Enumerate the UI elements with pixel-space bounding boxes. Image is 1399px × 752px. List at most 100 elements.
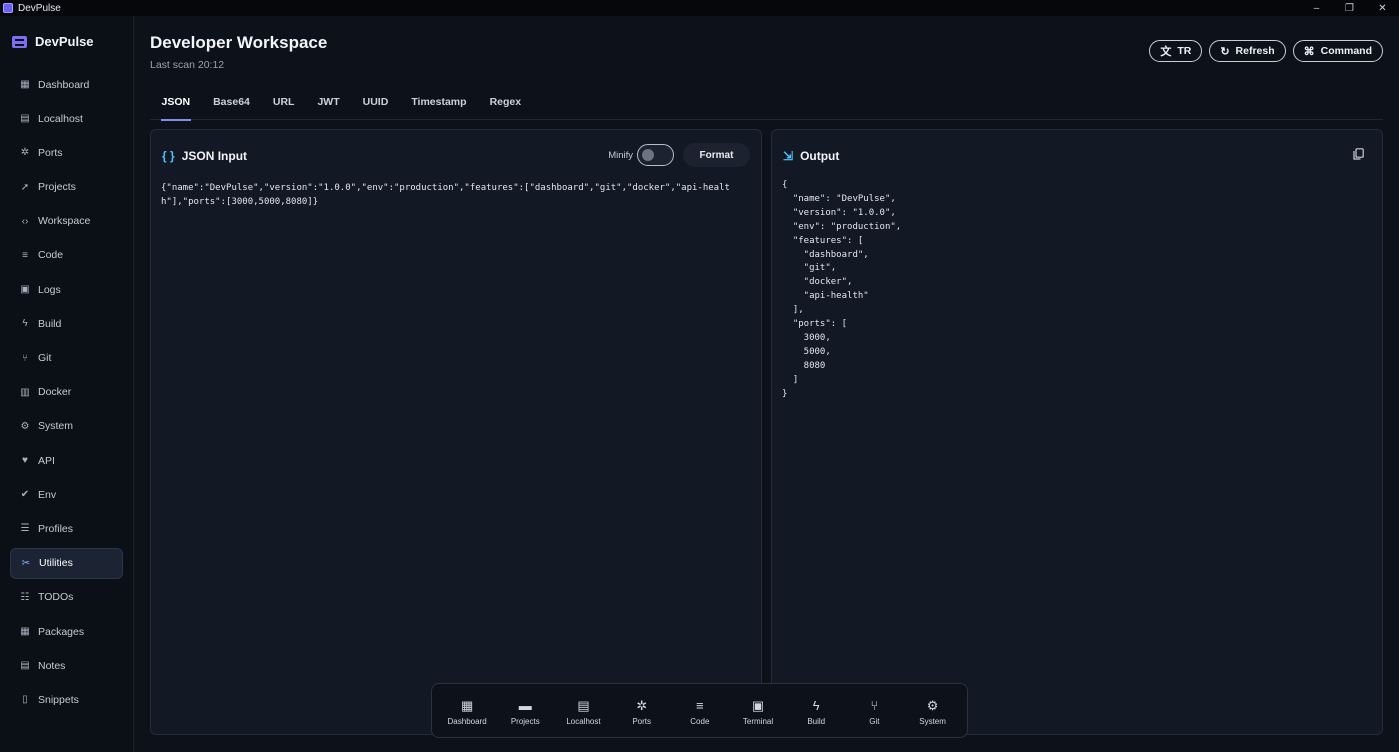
tab-timestamp[interactable]: Timestamp <box>400 94 478 120</box>
notes-icon: ▤ <box>20 660 30 672</box>
sidebar-item-dashboard[interactable]: ▦ Dashboard <box>10 69 123 100</box>
sidebar-item-label: Dashboard <box>38 78 90 91</box>
build-icon: ϟ <box>812 697 820 713</box>
sidebar-item-code[interactable]: ≡ Code <box>10 240 123 271</box>
tab-uuid[interactable]: UUID <box>351 94 400 120</box>
copy-icon[interactable] <box>1353 148 1364 160</box>
sidebar-item-label: Packages <box>38 625 85 638</box>
sidebar-item-label: API <box>38 454 55 467</box>
sidebar-item-api[interactable]: ♥ API <box>10 445 123 476</box>
window-titlebar: DevPulse – ❐ ✕ <box>0 0 1399 16</box>
sidebar-item-label: Snippets <box>38 693 79 706</box>
dock-item-build[interactable]: ϟ Build <box>787 684 845 739</box>
code-icon: ≡ <box>22 249 28 261</box>
sidebar-item-env[interactable]: ✔ Env <box>10 479 123 510</box>
format-button[interactable]: Format <box>683 143 750 167</box>
output-header: ⇲ Output <box>783 149 839 163</box>
top-actions: 文 TR ↻ Refresh ⌘ Command <box>1149 40 1383 62</box>
utility-tabs: JSON Base64 URL JWT UUID Timestamp Regex <box>150 94 1383 121</box>
sidebar-item-label: Code <box>38 249 64 262</box>
page-title: Developer Workspace <box>150 33 328 52</box>
translate-icon: 文 <box>1160 46 1172 58</box>
tab-base64[interactable]: Base64 <box>202 94 262 120</box>
refresh-icon: ↻ <box>1220 45 1230 58</box>
dock-item-system[interactable]: ⚙ System <box>904 684 962 739</box>
window-controls: – ❐ ✕ <box>1300 0 1399 16</box>
sidebar-item-build[interactable]: ϟ Build <box>10 308 123 339</box>
sidebar-item-utilities[interactable]: ✂ Utilities <box>10 547 123 579</box>
sidebar-item-snippets[interactable]: ▯ Snippets <box>10 684 123 715</box>
language-button[interactable]: 文 TR <box>1149 40 1203 62</box>
sidebar-item-label: Env <box>38 488 57 501</box>
projects-icon: ➚ <box>20 181 30 193</box>
sidebar-item-projects[interactable]: ➚ Projects <box>10 172 123 203</box>
system-icon: ⚙ <box>20 420 30 432</box>
dashboard-icon: ▦ <box>20 79 30 90</box>
sidebar-item-ports[interactable]: ✲ Ports <box>10 137 123 168</box>
dock-item-git[interactable]: ⑂ Git <box>845 684 903 739</box>
dock-item-label: Projects <box>510 716 540 726</box>
close-button[interactable]: ✕ <box>1366 0 1399 16</box>
restore-button[interactable]: ❐ <box>1333 0 1366 16</box>
code-icon: ≡ <box>696 697 704 713</box>
minify-toggle[interactable] <box>637 144 674 166</box>
ports-icon: ✲ <box>636 697 648 713</box>
command-label: Command <box>1320 45 1372 57</box>
tab-url[interactable]: URL <box>261 94 306 120</box>
json-input-header: { } JSON Input <box>162 149 247 163</box>
minify-label: Minify <box>608 149 633 161</box>
tab-regex[interactable]: Regex <box>478 94 533 120</box>
sidebar-item-label: Ports <box>38 146 63 159</box>
ports-icon: ✲ <box>20 147 30 159</box>
sidebar-item-label: Localhost <box>38 112 83 125</box>
localhost-icon: ▤ <box>20 113 30 125</box>
language-label: TR <box>1177 45 1192 57</box>
snippets-icon: ▯ <box>22 694 28 706</box>
sidebar-item-packages[interactable]: ▦ Packages <box>10 616 123 647</box>
system-icon: ⚙ <box>926 697 939 713</box>
sidebar-item-workspace[interactable]: ‹› Workspace <box>10 206 123 237</box>
utilities-icon: ✂ <box>21 557 31 569</box>
sidebar: DevPulse ▦ Dashboard ▤ Localhost ✲ Ports ➚ Proj… <box>0 16 134 752</box>
output-title: Output <box>800 149 840 163</box>
json-output-text: { "name": "DevPulse", "version": "1.0.0"… <box>782 180 902 399</box>
tab-jwt[interactable]: JWT <box>306 94 351 120</box>
dock-item-label: Localhost <box>566 716 601 726</box>
sidebar-item-label: Notes <box>38 659 66 672</box>
dock-item-label: Code <box>690 716 710 726</box>
minimize-button[interactable]: – <box>1300 0 1333 16</box>
tab-json[interactable]: JSON <box>150 94 202 121</box>
brand-name: DevPulse <box>35 34 94 49</box>
json-input-title: JSON Input <box>181 149 248 163</box>
sidebar-item-notes[interactable]: ▤ Notes <box>10 650 123 681</box>
sidebar-item-system[interactable]: ⚙ System <box>10 411 123 442</box>
dock-item-code[interactable]: ≡ Code <box>671 684 729 739</box>
sidebar-item-logs[interactable]: ▣ Logs <box>10 274 123 305</box>
dock-item-localhost[interactable]: ▤ Localhost <box>554 684 612 739</box>
localhost-icon: ▤ <box>577 697 590 713</box>
sidebar-item-label: Logs <box>38 283 61 296</box>
todos-icon: ☷ <box>20 591 30 603</box>
projects-icon: ▬ <box>518 697 532 713</box>
dock-item-ports[interactable]: ✲ Ports <box>613 684 671 739</box>
command-button[interactable]: ⌘ Command <box>1292 40 1383 62</box>
env-icon: ✔ <box>20 489 30 501</box>
sidebar-item-profiles[interactable]: ☰ Profiles <box>10 513 123 544</box>
json-input-field[interactable]: {"name":"DevPulse","version":"1.0.0","en… <box>161 181 741 701</box>
toggle-knob <box>642 149 654 161</box>
sidebar-item-todos[interactable]: ☷ TODOs <box>10 582 123 613</box>
sidebar-item-docker[interactable]: ▥ Docker <box>10 377 123 408</box>
refresh-button[interactable]: ↻ Refresh <box>1209 40 1286 62</box>
sidebar-item-label: TODOs <box>38 591 74 604</box>
dock-item-terminal[interactable]: ▣ Terminal <box>729 684 787 739</box>
sidebar-item-label: System <box>38 420 74 433</box>
logs-icon: ▣ <box>20 284 30 296</box>
sidebar-item-git[interactable]: ⑂ Git <box>10 343 123 374</box>
bottom-dock: ▦ Dashboard ▬ Projects ▤ Localhost ✲ Ports ≡ Code… <box>431 683 968 738</box>
sidebar-item-localhost[interactable]: ▤ Localhost <box>10 103 123 134</box>
brand: DevPulse <box>12 34 94 49</box>
dashboard-icon: ▦ <box>460 697 474 713</box>
dock-item-projects[interactable]: ▬ Projects <box>496 684 554 739</box>
command-icon: ⌘ <box>1303 45 1315 58</box>
dock-item-dashboard[interactable]: ▦ Dashboard <box>438 684 496 739</box>
